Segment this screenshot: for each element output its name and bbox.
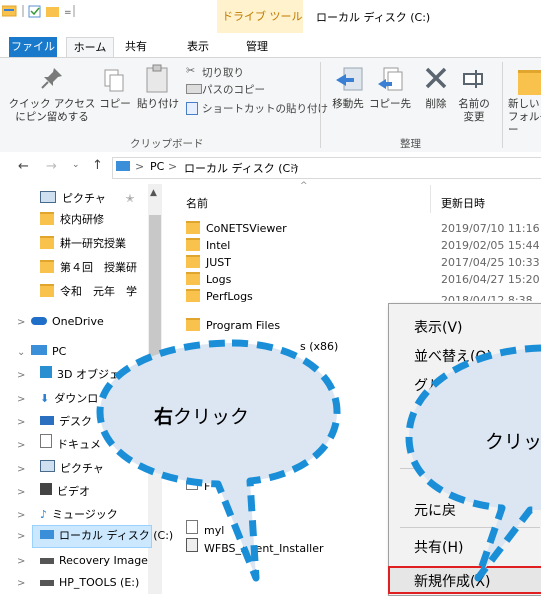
right-click-bubble-text: 右クリック bbox=[154, 406, 250, 428]
click-bubble bbox=[405, 344, 541, 582]
annotation-overlay bbox=[96, 339, 541, 582]
click-bubble-text: クリッ bbox=[485, 431, 541, 453]
right-click-bubble bbox=[96, 339, 341, 582]
